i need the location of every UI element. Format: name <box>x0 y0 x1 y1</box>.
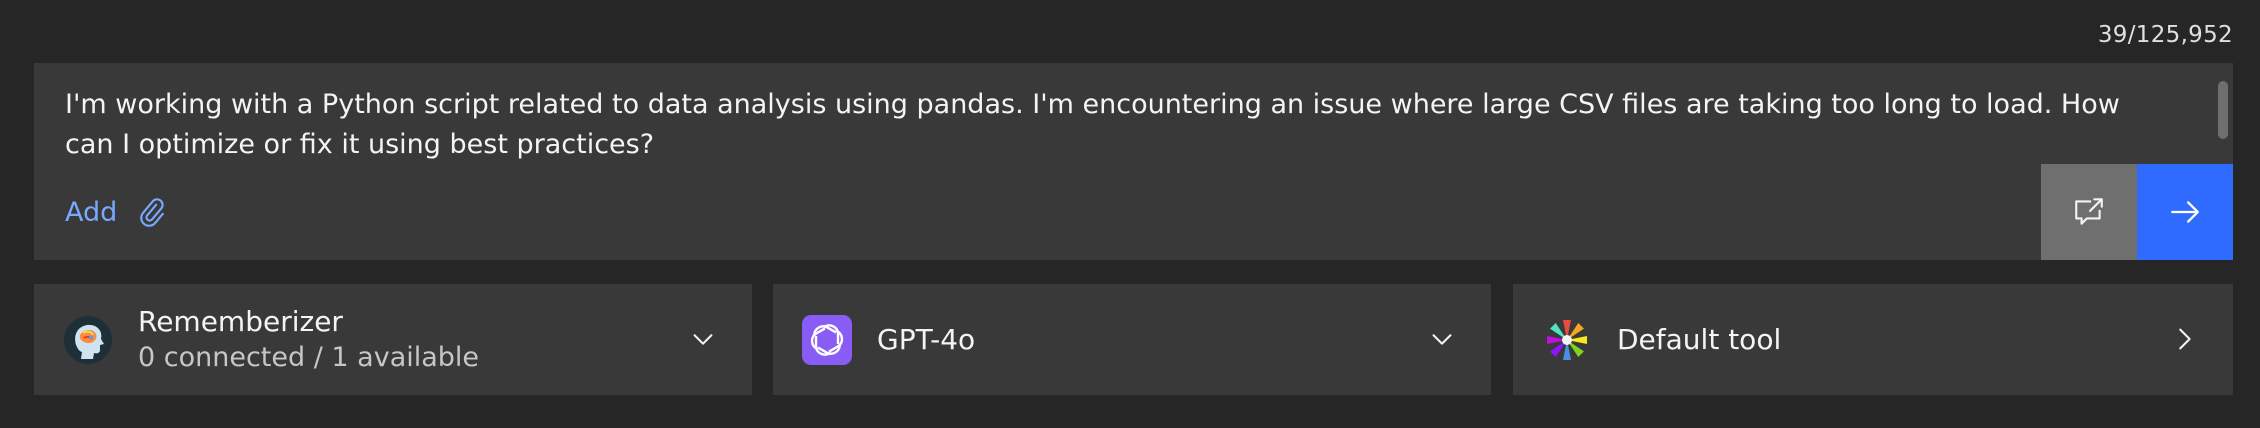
model-text: GPT-4o <box>877 284 975 395</box>
add-attachment-label: Add <box>65 196 118 228</box>
model-selector[interactable]: GPT-4o <box>773 284 1491 395</box>
chevron-down-icon <box>1432 334 1452 345</box>
arrow-right-icon <box>2171 201 2199 223</box>
tool-name: Default tool <box>1617 322 1782 356</box>
send-button[interactable] <box>2137 164 2233 260</box>
rememberizer-status: 0 connected / 1 available <box>138 341 480 373</box>
rememberizer-head-icon <box>64 316 112 364</box>
character-counter: 39/125,952 <box>2097 22 2233 48</box>
rememberizer-title: Rememberizer <box>138 304 343 338</box>
share-chat-button[interactable] <box>2041 164 2137 260</box>
prompt-textarea[interactable]: I'm working with a Python script related… <box>65 85 2125 165</box>
prompt-scrollbar[interactable] <box>2215 69 2233 165</box>
chevron-down-icon <box>693 334 713 345</box>
default-tool-flower-icon <box>1547 320 1587 360</box>
openai-logo-icon <box>802 315 852 365</box>
tool-selector[interactable]: Default tool <box>1513 284 2233 395</box>
chat-input-area: 39/125,952 I'm working with a Python scr… <box>0 0 2260 428</box>
model-name: GPT-4o <box>877 322 976 356</box>
prompt-composer: I'm working with a Python script related… <box>34 63 2233 260</box>
rememberizer-text: Rememberizer 0 connected / 1 available <box>138 284 479 395</box>
add-attachment-button[interactable]: Add <box>65 195 169 229</box>
tool-text: Default tool <box>1617 284 1781 395</box>
prompt-scrollbar-thumb[interactable] <box>2218 81 2228 139</box>
rememberizer-selector[interactable]: Rememberizer 0 connected / 1 available <box>34 284 752 395</box>
share-chat-icon <box>2075 198 2103 225</box>
paperclip-icon <box>140 198 165 227</box>
chevron-right-icon <box>2179 328 2191 350</box>
